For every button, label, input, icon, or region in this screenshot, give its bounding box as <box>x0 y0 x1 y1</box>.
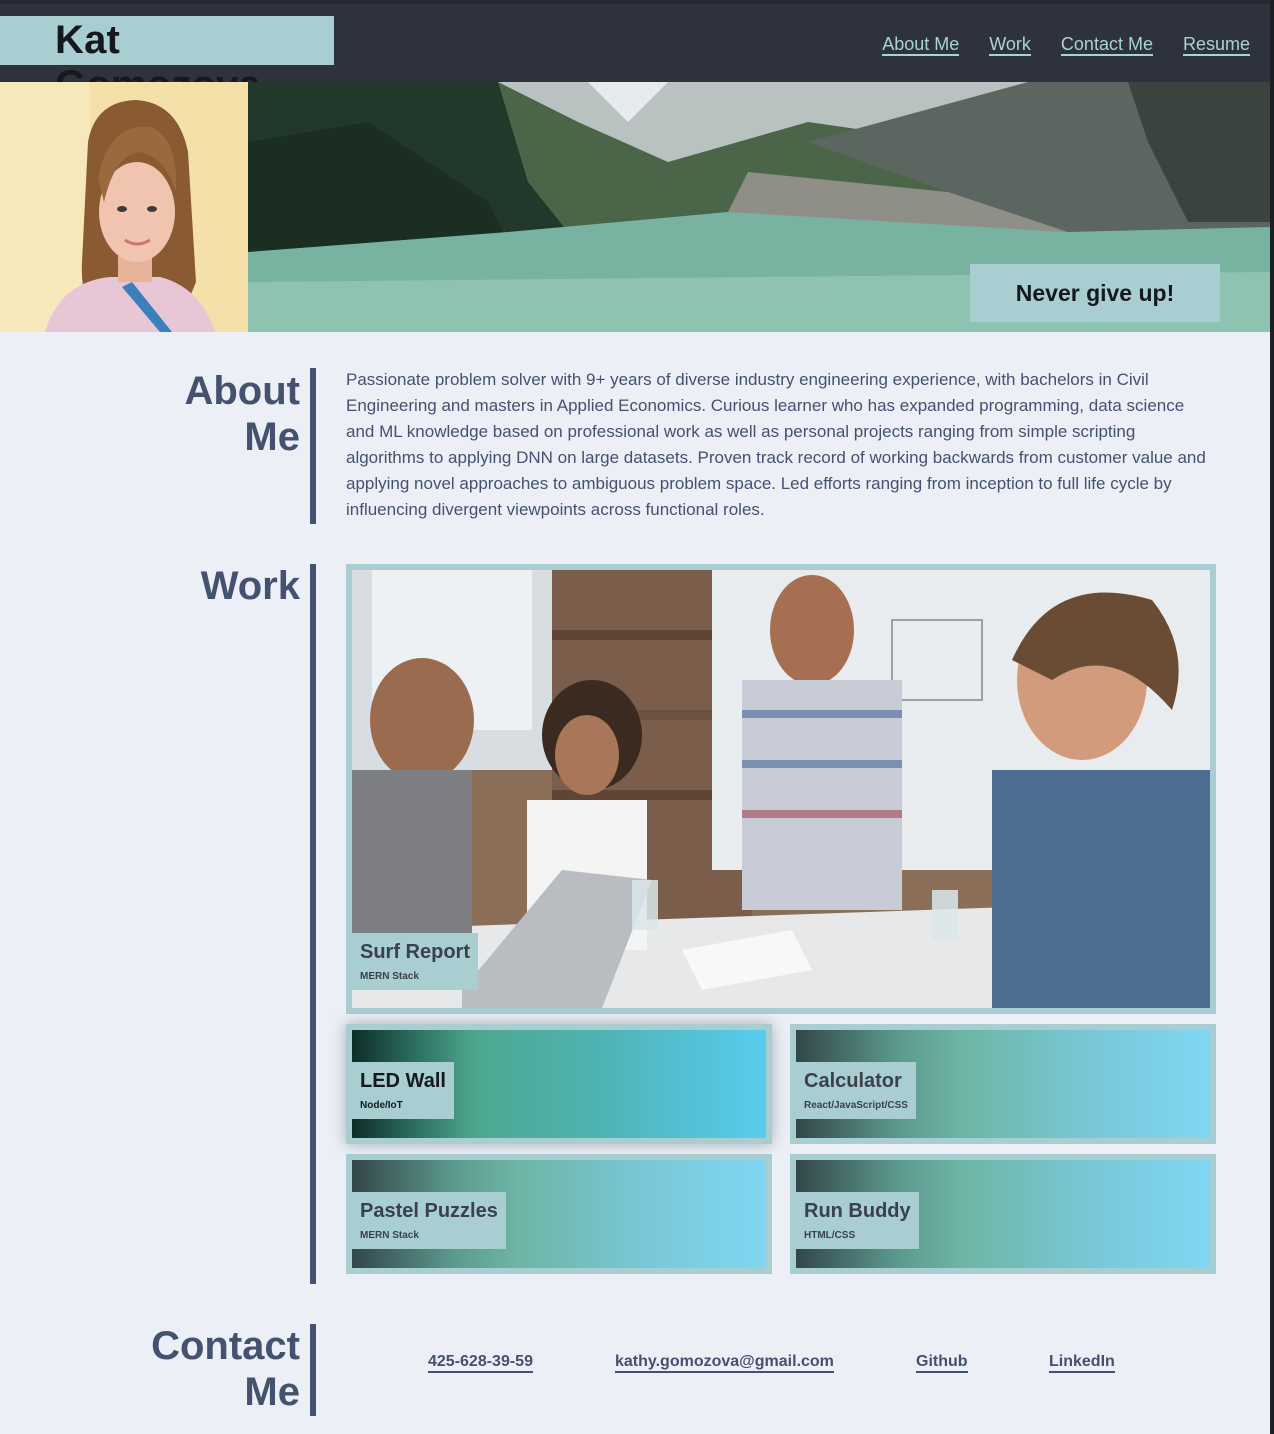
project-card-calculator[interactable]: Calculator React/JavaScript/CSS <box>790 1024 1216 1144</box>
contact-heading-line1: Contact <box>151 1324 300 1368</box>
project-label-led-wall: LED Wall Node/IoT <box>352 1062 454 1119</box>
hero-banner: Never give up! <box>0 82 1270 332</box>
nav-resume[interactable]: Resume <box>1182 34 1250 56</box>
project-card-surf-report[interactable]: Surf Report MERN Stack <box>346 564 1216 1014</box>
contact-linkedin-link[interactable]: LinkedIn <box>1049 1353 1115 1373</box>
project-title: Pastel Puzzles <box>360 1200 498 1222</box>
project-title: Surf Report <box>360 941 470 963</box>
about-heading-line2: Me <box>244 415 300 459</box>
motto-badge: Never give up! <box>970 264 1220 322</box>
project-card-background: LED Wall Node/IoT <box>352 1030 766 1138</box>
contact-email-link[interactable]: kathy.gomozova@gmail.com <box>615 1353 834 1373</box>
window-edge <box>1270 0 1274 1434</box>
project-stack: React/JavaScript/CSS <box>804 1100 908 1111</box>
nav-contact-me[interactable]: Contact Me <box>1060 34 1153 56</box>
about-paragraph: Passionate problem solver with 9+ years … <box>346 370 1206 519</box>
lake-landscape-photo: Never give up! <box>248 82 1270 332</box>
project-label-surf-report: Surf Report MERN Stack <box>352 933 478 990</box>
contact-github-link[interactable]: Github <box>916 1353 968 1373</box>
project-stack: HTML/CSS <box>804 1230 856 1241</box>
team-meeting-illustration <box>352 570 1210 1008</box>
project-card-background: Calculator React/JavaScript/CSS <box>796 1030 1210 1138</box>
contact-phone-link[interactable]: 425-628-39-59 <box>428 1353 533 1373</box>
nav-about-me[interactable]: About Me <box>882 34 960 56</box>
project-stack: MERN Stack <box>360 1230 419 1241</box>
project-card-run-buddy[interactable]: Run Buddy HTML/CSS <box>790 1154 1216 1274</box>
profile-photo <box>0 82 248 332</box>
project-title: LED Wall <box>360 1070 446 1092</box>
project-card-background: Run Buddy HTML/CSS <box>796 1160 1210 1268</box>
site-brand: Kat Gomozova <box>0 16 334 107</box>
contact-divider <box>310 1324 316 1416</box>
project-label-pastel-puzzles: Pastel Puzzles MERN Stack <box>352 1192 506 1249</box>
profile-photo-illustration <box>0 82 248 332</box>
about-divider <box>310 368 316 524</box>
project-card-background: Pastel Puzzles MERN Stack <box>352 1160 766 1268</box>
project-title: Calculator <box>804 1070 902 1092</box>
nav-work[interactable]: Work <box>989 34 1031 56</box>
work-divider <box>310 564 316 1284</box>
project-stack: Node/IoT <box>360 1100 403 1111</box>
about-heading: About Me <box>184 368 300 460</box>
project-card-led-wall[interactable]: LED Wall Node/IoT <box>346 1024 772 1144</box>
project-card-pastel-puzzles[interactable]: Pastel Puzzles MERN Stack <box>346 1154 772 1274</box>
contact-heading-line2: Me <box>244 1370 300 1414</box>
about-heading-line1: About <box>184 369 300 413</box>
work-heading: Work <box>200 564 300 608</box>
main-nav: About Me Work Contact Me Resume <box>852 34 1250 56</box>
project-stack: MERN Stack <box>360 971 419 982</box>
project-label-run-buddy: Run Buddy HTML/CSS <box>796 1192 919 1249</box>
project-label-calculator: Calculator React/JavaScript/CSS <box>796 1062 916 1119</box>
project-title: Run Buddy <box>804 1200 911 1222</box>
project-image-team-meeting: Surf Report MERN Stack <box>352 570 1210 1008</box>
top-navigation-bar: Kat Gomozova About Me Work Contact Me Re… <box>0 0 1270 107</box>
contact-heading: Contact Me <box>151 1323 300 1415</box>
